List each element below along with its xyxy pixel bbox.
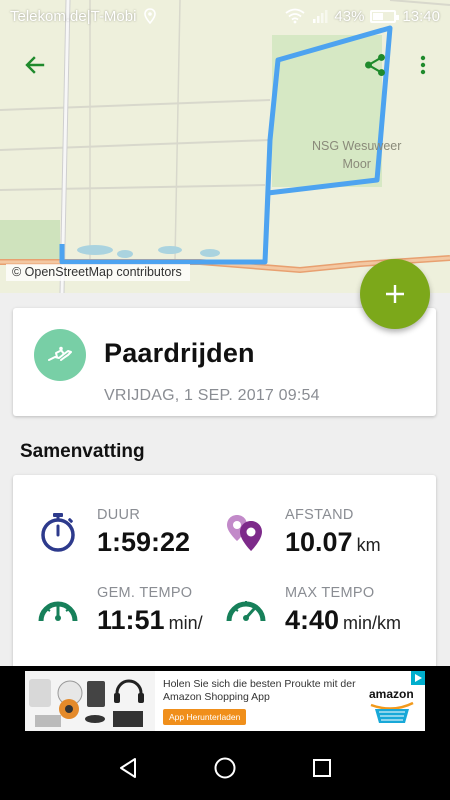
- more-vert-icon: [420, 55, 426, 75]
- stat-label: GEM. TEMPO: [97, 585, 193, 601]
- clock: 13:40: [402, 7, 440, 25]
- back-button[interactable]: [15, 45, 55, 85]
- carrier-label: Telekom.de|T-Mobi: [10, 7, 137, 25]
- signal-icon: [313, 10, 328, 23]
- stat-value: 1:59:22: [97, 527, 190, 558]
- stat-unit: km: [356, 535, 381, 555]
- summary-heading: Samenvatting: [20, 441, 145, 462]
- ad-banner[interactable]: Holen Sie sich die besten Proukte mit de…: [25, 671, 425, 731]
- stat-label: MAX TEMPO: [285, 585, 375, 601]
- stat-value-number: 1:59:22: [97, 527, 191, 557]
- activity-card[interactable]: Paardrijden VRIJDAG, 1 SEP. 2017 09:54: [13, 308, 436, 416]
- location-icon: [144, 8, 157, 24]
- speedometer-icon: [38, 601, 78, 622]
- activity-date: VRIJDAG, 1 SEP. 2017 09:54: [104, 387, 320, 404]
- map-pins-icon: [227, 515, 262, 551]
- stat-value-number: 11:51: [97, 605, 165, 635]
- add-fab-button[interactable]: [360, 259, 430, 329]
- wifi-icon: [285, 8, 305, 24]
- battery-percent: 43%: [334, 7, 365, 25]
- activity-type-badge: [34, 329, 86, 381]
- ad-products-image: [25, 671, 155, 731]
- horse-riding-icon: [48, 346, 72, 361]
- map-place-label: NSG Wesuweer Moor: [312, 137, 401, 173]
- stat-label: DUUR: [97, 507, 141, 523]
- activity-title: Paardrijden: [104, 338, 255, 368]
- stat-value-number: 4:40: [285, 605, 340, 635]
- nav-recents-button[interactable]: [307, 753, 337, 783]
- stat-duration: DUUR 1:59:22: [37, 507, 237, 567]
- place-label-line1: NSG Wesuweer: [312, 139, 402, 153]
- plus-icon: [386, 285, 404, 303]
- back-triangle-icon: [120, 758, 137, 778]
- ad-choices-icon[interactable]: [411, 671, 425, 685]
- stat-max-pace: MAX TEMPO 4:40 min/km: [225, 585, 425, 645]
- stat-avg-pace: GEM. TEMPO 11:51 min/: [37, 585, 237, 645]
- nav-home-button[interactable]: [210, 753, 240, 783]
- share-button[interactable]: [355, 45, 395, 85]
- stat-distance: AFSTAND 10.07 km: [225, 507, 425, 567]
- arrow-left-icon: [25, 56, 45, 74]
- system-nav-bar: [0, 736, 450, 800]
- speedometer-max-icon: [226, 601, 266, 622]
- nav-back-button[interactable]: [113, 753, 143, 783]
- recents-square-icon: [312, 759, 331, 777]
- battery-icon: [370, 9, 400, 23]
- summary-card: DUUR 1:59:22 AFSTAND 10.07 km GEM. TEMPO …: [13, 475, 436, 675]
- place-label-line2: Moor: [342, 157, 371, 171]
- stopwatch-icon: [41, 513, 75, 552]
- stat-label: AFSTAND: [285, 507, 354, 523]
- route-map[interactable]: NSG Wesuweer Moor © OpenStreetMap contri…: [0, 0, 450, 293]
- overflow-menu-button[interactable]: [403, 45, 443, 85]
- ad-bar: Holen Sie sich die besten Proukte mit de…: [0, 666, 450, 736]
- stat-value: 4:40 min/km: [285, 605, 401, 636]
- home-circle-icon: [214, 757, 236, 779]
- status-bar: Telekom.de|T-Mobi 43% 13:40: [0, 0, 450, 32]
- stat-unit: min/km: [343, 613, 402, 633]
- stat-value-number: 10.07: [285, 527, 353, 557]
- stat-value: 10.07 km: [285, 527, 381, 558]
- ad-text: Holen Sie sich die besten Proukte mit de…: [163, 678, 356, 703]
- ad-download-button[interactable]: App Herunterladen: [163, 709, 247, 725]
- stat-value: 11:51 min/: [97, 605, 203, 636]
- map-attribution[interactable]: © OpenStreetMap contributors: [6, 264, 190, 281]
- share-icon: [365, 53, 385, 77]
- stat-unit: min/: [168, 613, 203, 633]
